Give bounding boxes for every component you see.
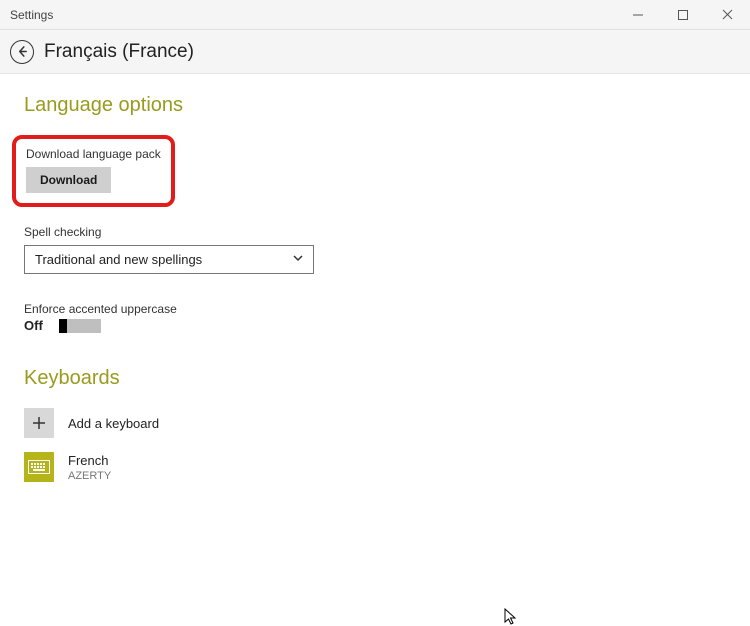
spell-checking-value: Traditional and new spellings xyxy=(24,245,314,274)
keyboard-item-french[interactable]: French AZERTY xyxy=(24,452,726,482)
accented-uppercase-label: Enforce accented uppercase xyxy=(24,302,726,316)
close-button[interactable] xyxy=(705,0,750,30)
accented-uppercase-row: Off xyxy=(24,318,726,333)
content-area: Language options Download language pack … xyxy=(0,74,750,516)
minimize-button[interactable] xyxy=(615,0,660,30)
keyboard-text-block: French AZERTY xyxy=(68,453,111,482)
page-header: Français (France) xyxy=(0,30,750,74)
keyboard-layout: AZERTY xyxy=(68,470,111,482)
plus-icon xyxy=(24,408,54,438)
spell-checking-select[interactable]: Traditional and new spellings xyxy=(24,245,314,274)
add-keyboard-label: Add a keyboard xyxy=(68,416,159,431)
accented-uppercase-toggle[interactable] xyxy=(59,319,101,333)
keyboard-icon xyxy=(24,452,54,482)
app-title: Settings xyxy=(0,8,615,22)
cursor-icon xyxy=(504,608,518,626)
window-controls xyxy=(615,0,750,30)
titlebar: Settings xyxy=(0,0,750,30)
section-keyboards: Keyboards xyxy=(24,367,726,390)
page-title: Français (France) xyxy=(44,41,194,63)
download-pack-label: Download language pack xyxy=(26,147,161,161)
spell-checking-label: Spell checking xyxy=(24,225,726,239)
back-button[interactable] xyxy=(10,40,34,64)
toggle-knob xyxy=(59,319,67,333)
keyboard-name: French xyxy=(68,453,111,468)
toggle-state-text: Off xyxy=(24,318,43,333)
section-language-options: Language options xyxy=(24,94,726,117)
add-keyboard-button[interactable]: Add a keyboard xyxy=(24,408,726,438)
maximize-button[interactable] xyxy=(660,0,705,30)
download-button[interactable]: Download xyxy=(26,167,111,193)
download-pack-highlight: Download language pack Download xyxy=(12,135,175,207)
